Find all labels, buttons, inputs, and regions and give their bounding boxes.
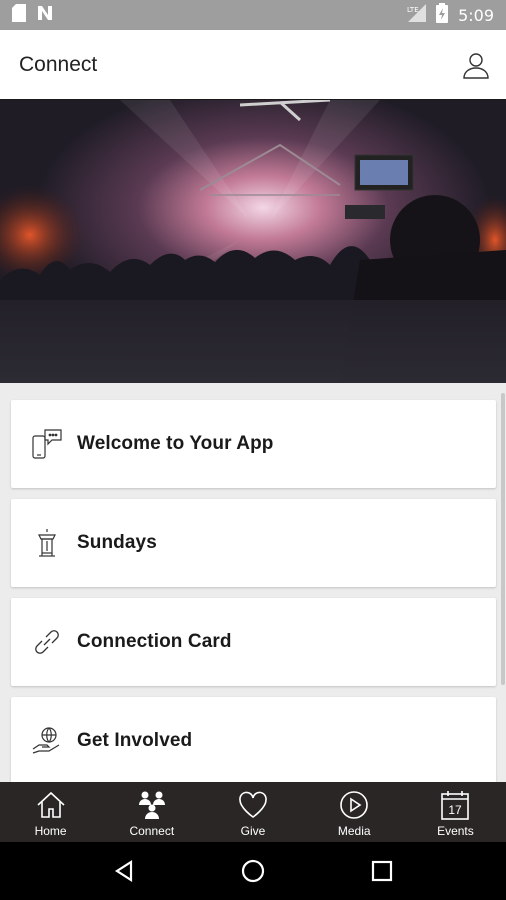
card-label: Welcome to Your App <box>77 433 274 454</box>
hand-globe-icon <box>31 725 63 757</box>
concert-crowd-photo <box>0 100 506 383</box>
home-circle-icon <box>241 859 265 883</box>
profile-button[interactable] <box>460 49 492 81</box>
link-icon <box>31 626 63 658</box>
page-title: Connect <box>19 52 98 76</box>
nav-label: Media <box>337 824 371 838</box>
recents-square-icon <box>371 860 392 882</box>
back-button[interactable] <box>104 851 144 891</box>
back-triangle-icon <box>115 859 133 883</box>
nav-item-home[interactable]: Home <box>0 782 101 842</box>
play-icon <box>337 788 371 822</box>
battery-icon <box>436 2 449 28</box>
person-icon <box>463 52 489 79</box>
nav-label: Give <box>240 824 266 838</box>
status-left <box>12 3 54 27</box>
nav-item-give[interactable]: Give <box>202 782 303 842</box>
system-nav <box>0 842 506 900</box>
bottom-nav: Home Connect Give Media 17 Events <box>0 782 506 842</box>
card-sundays[interactable]: Sundays <box>11 499 496 587</box>
card-label: Sundays <box>77 532 157 553</box>
status-time: 5:09 <box>458 5 494 25</box>
status-bar: LTE 5:09 <box>0 0 506 30</box>
signal-icon: LTE <box>406 3 427 27</box>
card-connection[interactable]: Connection Card <box>11 598 496 686</box>
nav-item-media[interactable]: Media <box>304 782 405 842</box>
recents-button[interactable] <box>362 851 402 891</box>
content-list[interactable]: Welcome to Your App Sundays Connection C… <box>0 383 506 782</box>
people-icon <box>135 788 169 822</box>
heart-icon <box>236 788 270 822</box>
card-label: Connection Card <box>77 631 232 652</box>
phone-chat-icon <box>31 428 63 460</box>
home-system-button[interactable] <box>233 851 273 891</box>
calendar-icon: 17 <box>438 788 472 822</box>
nav-item-events[interactable]: 17 Events <box>405 782 506 842</box>
calendar-day: 17 <box>449 803 463 817</box>
home-icon <box>34 788 68 822</box>
nav-item-connect[interactable]: Connect <box>101 782 202 842</box>
sd-card-icon <box>12 3 26 27</box>
pulpit-icon <box>31 527 63 559</box>
hero-image <box>0 100 506 383</box>
card-label: Get Involved <box>77 730 193 751</box>
card-get-involved[interactable]: Get Involved <box>11 697 496 782</box>
status-right: LTE 5:09 <box>406 2 494 28</box>
card-welcome[interactable]: Welcome to Your App <box>11 400 496 488</box>
nav-label: Home <box>34 824 67 838</box>
network-label: LTE <box>407 6 419 14</box>
nav-label: Connect <box>129 824 175 838</box>
notification-n-icon <box>36 4 54 27</box>
app-header: Connect <box>0 30 506 100</box>
nav-label: Events <box>437 824 474 838</box>
scrollbar[interactable] <box>501 393 505 685</box>
